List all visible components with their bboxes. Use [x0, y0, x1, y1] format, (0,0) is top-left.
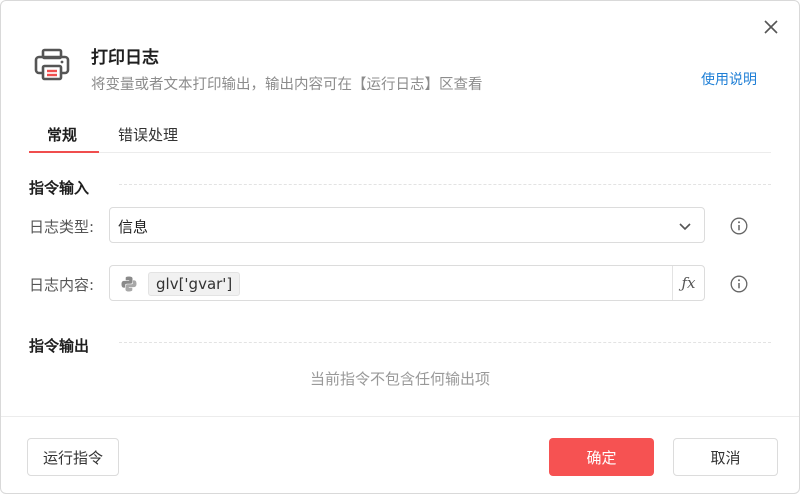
- log-content-input[interactable]: glv['gvar'] ƒx: [109, 265, 705, 301]
- run-command-button[interactable]: 运行指令: [27, 438, 119, 476]
- section-title-output: 指令输出: [29, 337, 90, 355]
- confirm-button[interactable]: 确定: [549, 438, 654, 476]
- dialog-subtitle: 将变量或者文本打印输出，输出内容可在【运行日志】区查看: [91, 77, 483, 93]
- log-type-select[interactable]: 信息: [109, 207, 705, 243]
- dialog-header: 打印日志 将变量或者文本打印输出，输出内容可在【运行日志】区查看 使用说明: [33, 41, 759, 101]
- section-title-input: 指令输入: [29, 179, 90, 197]
- help-link[interactable]: 使用说明: [701, 69, 757, 89]
- section-divider-input: [119, 184, 771, 185]
- section-divider-output: [119, 342, 771, 343]
- log-content-label: 日志内容:: [29, 276, 95, 294]
- empty-output-note: 当前指令不包含任何输出项: [309, 370, 490, 388]
- printer-icon: [34, 48, 70, 81]
- python-icon: [121, 276, 137, 292]
- tab-error-handling[interactable]: 错误处理: [118, 124, 178, 154]
- fx-icon[interactable]: ƒx: [672, 266, 704, 300]
- expression-chip[interactable]: glv['gvar']: [148, 272, 241, 296]
- log-type-label: 日志类型:: [29, 218, 95, 236]
- active-tab-indicator: [29, 151, 99, 153]
- tab-general[interactable]: 常规: [47, 124, 77, 154]
- print-log-dialog: 打印日志 将变量或者文本打印输出，输出内容可在【运行日志】区查看 使用说明 常规…: [0, 0, 800, 494]
- dialog-title: 打印日志: [91, 48, 159, 68]
- close-icon[interactable]: [761, 17, 781, 37]
- log-type-value: 信息: [118, 218, 149, 236]
- cancel-button[interactable]: 取消: [673, 438, 778, 476]
- tab-bar: 常规 错误处理: [29, 116, 771, 153]
- chevron-down-icon: [679, 223, 691, 231]
- info-icon[interactable]: [730, 275, 748, 293]
- info-icon[interactable]: [730, 217, 748, 235]
- footer-divider: [1, 416, 799, 417]
